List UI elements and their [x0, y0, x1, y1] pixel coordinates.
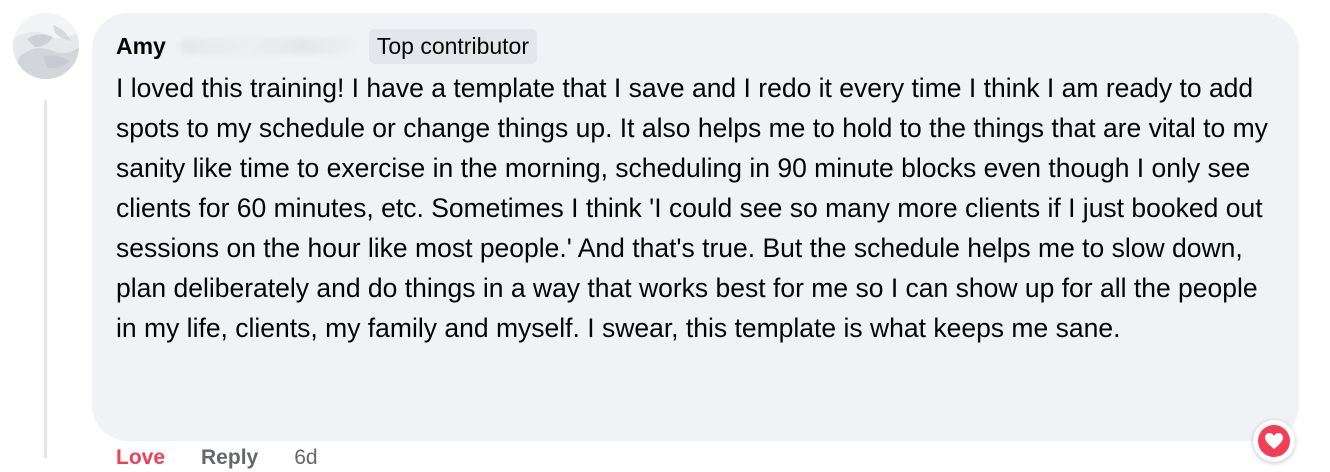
love-reaction-button[interactable]: Love — [116, 444, 165, 472]
reply-button[interactable]: Reply — [201, 444, 258, 472]
avatar[interactable] — [13, 13, 79, 79]
comment-timestamp[interactable]: 6d — [294, 444, 317, 472]
avatar-image — [13, 13, 79, 79]
author-name-redacted — [179, 38, 355, 54]
comment-actions: Love Reply 6d — [116, 444, 318, 472]
reaction-count-badge[interactable] — [1253, 420, 1295, 462]
author-name[interactable]: Amy — [116, 33, 166, 60]
thread-line — [44, 100, 47, 458]
top-contributor-badge: Top contributor — [368, 28, 537, 64]
love-heart-icon — [1258, 425, 1290, 457]
comment-text: I loved this training! I have a template… — [116, 73, 1268, 343]
comment-header: Amy Top contributor — [116, 26, 537, 66]
